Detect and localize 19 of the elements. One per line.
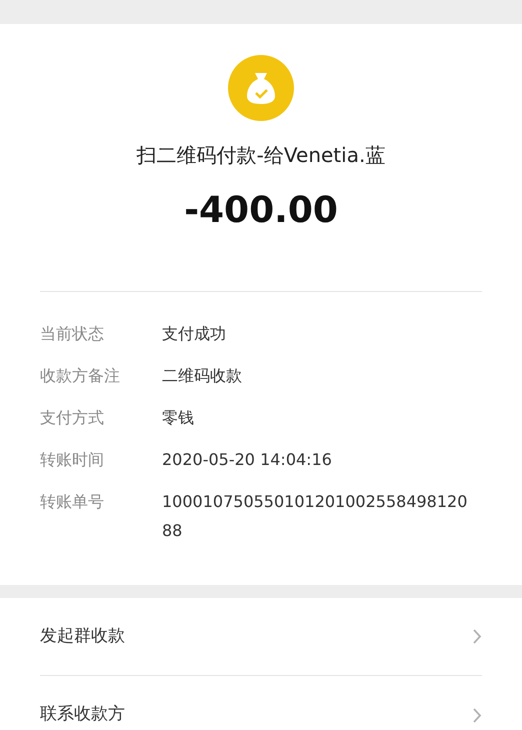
- detail-label: 转账单号: [40, 491, 105, 513]
- detail-label: 转账时间: [40, 449, 105, 471]
- amount: -400.00: [184, 191, 338, 231]
- action-row[interactable]: 联系收款方: [40, 676, 482, 730]
- chevron-right-icon: [473, 708, 482, 722]
- action-label: 发起群收款: [40, 624, 125, 648]
- detail-value: 零钱: [162, 407, 195, 429]
- detail-label: 当前状态: [40, 323, 105, 345]
- coin-bag-icon: [228, 55, 294, 121]
- detail-value: 支付成功: [162, 323, 227, 345]
- detail-value: 2020-05-20 14:04:16: [162, 449, 333, 471]
- action-label: 联系收款方: [40, 703, 125, 726]
- detail-label: 收款方备注: [40, 365, 121, 387]
- detail-value: 100010750550101201002558498120 88: [162, 491, 468, 542]
- detail-label: 支付方式: [40, 407, 105, 429]
- action-row[interactable]: 发起群收款: [40, 598, 482, 676]
- chevron-right-icon: [473, 629, 482, 644]
- transaction-title: 扫二维码付款-给Venetia.蓝: [136, 142, 386, 169]
- detail-value: 二维码收款: [162, 365, 243, 387]
